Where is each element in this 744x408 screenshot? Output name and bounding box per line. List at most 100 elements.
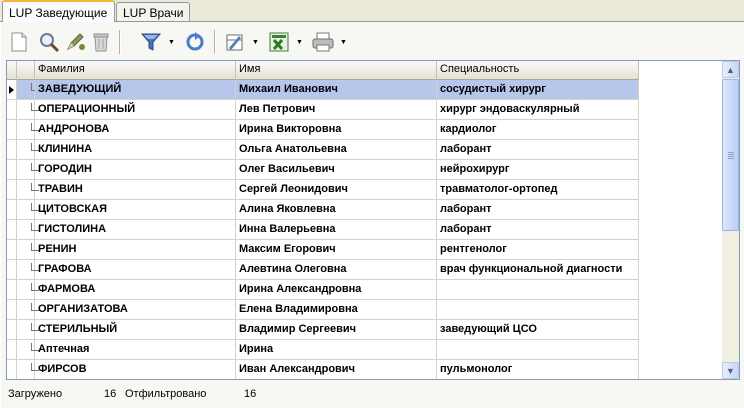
- table-row[interactable]: ЦИТОВСКАЯ Алина Яковлевна лаборант: [7, 200, 639, 220]
- refresh-icon[interactable]: [182, 28, 208, 56]
- row-checkbox[interactable]: [17, 260, 39, 280]
- row-checkbox[interactable]: [17, 280, 39, 300]
- scroll-up-arrow-icon[interactable]: ▲: [722, 61, 739, 78]
- cell-imya[interactable]: Ольга Анатольевна: [236, 140, 437, 160]
- cell-imya[interactable]: Михаил Иванович: [236, 80, 437, 100]
- row-checkbox[interactable]: [17, 300, 39, 320]
- filter-dropdown-icon[interactable]: ▼: [168, 39, 175, 46]
- scroll-thumb[interactable]: [722, 79, 739, 231]
- cell-familiya[interactable]: ФАРМОВА: [35, 280, 236, 300]
- cell-familiya[interactable]: КЛИНИНА: [35, 140, 236, 160]
- table-row[interactable]: ОПЕРАЦИОННЫЙ Лев Петрович хирург эндоваску…: [7, 100, 639, 120]
- filter-icon[interactable]: [138, 28, 164, 56]
- table-row[interactable]: КЛИНИНА Ольга Анатольевна лаборант: [7, 140, 639, 160]
- cell-familiya[interactable]: ОПЕРАЦИОННЫЙ: [35, 100, 236, 120]
- cell-familiya[interactable]: АНДРОНОВА: [35, 120, 236, 140]
- table-row[interactable]: ТРАВИН Сергей Леонидович травматолог-ортоп…: [7, 180, 639, 200]
- header-checkbox[interactable]: [17, 61, 35, 80]
- cell-spetsialnost[interactable]: [437, 280, 639, 300]
- row-checkbox[interactable]: [17, 240, 39, 260]
- cell-spetsialnost[interactable]: травматолог-ортопед: [437, 180, 639, 200]
- table-row[interactable]: ФИРСОВ Иван Александрович пульмонолог: [7, 360, 639, 379]
- cell-spetsialnost[interactable]: лаборант: [437, 200, 639, 220]
- print-dropdown-icon[interactable]: ▼: [340, 39, 347, 46]
- header-familiya[interactable]: Фамилия: [35, 61, 236, 80]
- cell-imya[interactable]: Ирина: [236, 340, 437, 360]
- cell-familiya[interactable]: ГИСТОЛИНА: [35, 220, 236, 240]
- cell-spetsialnost[interactable]: хирург эндоваскулярный: [437, 100, 639, 120]
- row-checkbox[interactable]: [17, 140, 39, 160]
- scroll-down-arrow-icon[interactable]: ▼: [722, 362, 739, 379]
- table-row[interactable]: Аптечная Ирина: [7, 340, 639, 360]
- tab-lup-vrachi[interactable]: LUP Врачи: [116, 2, 190, 21]
- cell-imya[interactable]: Елена Владимировна: [236, 300, 437, 320]
- cell-spetsialnost[interactable]: заведующий ЦСО: [437, 320, 639, 340]
- table-row[interactable]: ГИСТОЛИНА Инна Валерьевна лаборант: [7, 220, 639, 240]
- header-spetsialnost[interactable]: Специальность: [437, 61, 639, 80]
- table-row[interactable]: ОРГАНИЗАТОВА Елена Владимировна: [7, 300, 639, 320]
- cell-familiya[interactable]: ГРАФОВА: [35, 260, 236, 280]
- cell-spetsialnost[interactable]: лаборант: [437, 220, 639, 240]
- table-row[interactable]: РЕНИН Максим Егорович рентгенолог: [7, 240, 639, 260]
- row-checkbox[interactable]: [17, 100, 39, 120]
- row-indicator: [7, 360, 17, 379]
- new-document-icon[interactable]: [6, 28, 32, 56]
- cell-familiya[interactable]: ЗАВЕДУЮЩИЙ: [35, 80, 236, 100]
- row-checkbox[interactable]: [17, 80, 39, 100]
- cell-imya[interactable]: Алевтина Олеговна: [236, 260, 437, 280]
- cell-familiya[interactable]: ОРГАНИЗАТОВА: [35, 300, 236, 320]
- header-imya[interactable]: Имя: [236, 61, 437, 80]
- table-row[interactable]: ГОРОДИН Олег Васильевич нейрохирург: [7, 160, 639, 180]
- vertical-scrollbar[interactable]: ▲ ▼: [722, 61, 739, 379]
- cell-imya[interactable]: Максим Егорович: [236, 240, 437, 260]
- cell-familiya[interactable]: СТЕРИЛЬНЫЙ: [35, 320, 236, 340]
- cell-imya[interactable]: Инна Валерьевна: [236, 220, 437, 240]
- cell-spetsialnost[interactable]: кардиолог: [437, 120, 639, 140]
- cell-imya[interactable]: Лев Петрович: [236, 100, 437, 120]
- cell-spetsialnost[interactable]: сосудистый хирург: [437, 80, 639, 100]
- cell-familiya[interactable]: Аптечная: [35, 340, 236, 360]
- cell-familiya[interactable]: ЦИТОВСКАЯ: [35, 200, 236, 220]
- cell-spetsialnost[interactable]: пульмонолог: [437, 360, 639, 379]
- cell-imya[interactable]: Иван Александрович: [236, 360, 437, 379]
- row-checkbox[interactable]: [17, 340, 39, 360]
- edit-pencil-icon[interactable]: [62, 28, 88, 56]
- table-row[interactable]: ФАРМОВА Ирина Александровна: [7, 280, 639, 300]
- cell-imya[interactable]: Ирина Александровна: [236, 280, 437, 300]
- tab-lup-zaveduyushchie[interactable]: LUP Заведующие: [2, 0, 115, 22]
- cell-spetsialnost[interactable]: рентгенолог: [437, 240, 639, 260]
- row-checkbox[interactable]: [17, 180, 39, 200]
- row-checkbox[interactable]: [17, 360, 39, 379]
- cell-spetsialnost[interactable]: врач функциональной диагности: [437, 260, 639, 280]
- search-icon[interactable]: [36, 28, 62, 56]
- cell-spetsialnost[interactable]: [437, 340, 639, 360]
- cell-spetsialnost[interactable]: лаборант: [437, 140, 639, 160]
- cell-imya[interactable]: Ирина Викторовна: [236, 120, 437, 140]
- cell-familiya[interactable]: ФИРСОВ: [35, 360, 236, 379]
- row-checkbox[interactable]: [17, 320, 39, 340]
- table-row[interactable]: СТЕРИЛЬНЫЙ Владимир Сергеевич заведующий Ц…: [7, 320, 639, 340]
- row-checkbox[interactable]: [17, 160, 39, 180]
- cell-familiya[interactable]: РЕНИН: [35, 240, 236, 260]
- row-checkbox[interactable]: [17, 220, 39, 240]
- excel-dropdown-icon[interactable]: ▼: [296, 39, 303, 46]
- cell-imya[interactable]: Сергей Леонидович: [236, 180, 437, 200]
- cell-familiya[interactable]: ГОРОДИН: [35, 160, 236, 180]
- cell-imya[interactable]: Владимир Сергеевич: [236, 320, 437, 340]
- edit-dropdown-icon[interactable]: ▼: [252, 39, 259, 46]
- table-row[interactable]: АНДРОНОВА Ирина Викторовна кардиолог: [7, 120, 639, 140]
- cell-spetsialnost[interactable]: нейрохирург: [437, 160, 639, 180]
- excel-export-icon[interactable]: [266, 28, 292, 56]
- table-row[interactable]: ГРАФОВА Алевтина Олеговна врач функциональ…: [7, 260, 639, 280]
- cell-imya[interactable]: Олег Васильевич: [236, 160, 437, 180]
- row-checkbox[interactable]: [17, 120, 39, 140]
- edit-table-icon[interactable]: [222, 28, 248, 56]
- row-checkbox[interactable]: [17, 200, 39, 220]
- cell-familiya[interactable]: ТРАВИН: [35, 180, 236, 200]
- cell-imya[interactable]: Алина Яковлевна: [236, 200, 437, 220]
- table-row[interactable]: ЗАВЕДУЮЩИЙ Михаил Иванович сосудистый хиру…: [7, 80, 639, 100]
- trash-icon[interactable]: [88, 28, 114, 56]
- print-icon[interactable]: [310, 28, 336, 56]
- loaded-label: Загружено: [8, 388, 63, 400]
- cell-spetsialnost[interactable]: [437, 300, 639, 320]
